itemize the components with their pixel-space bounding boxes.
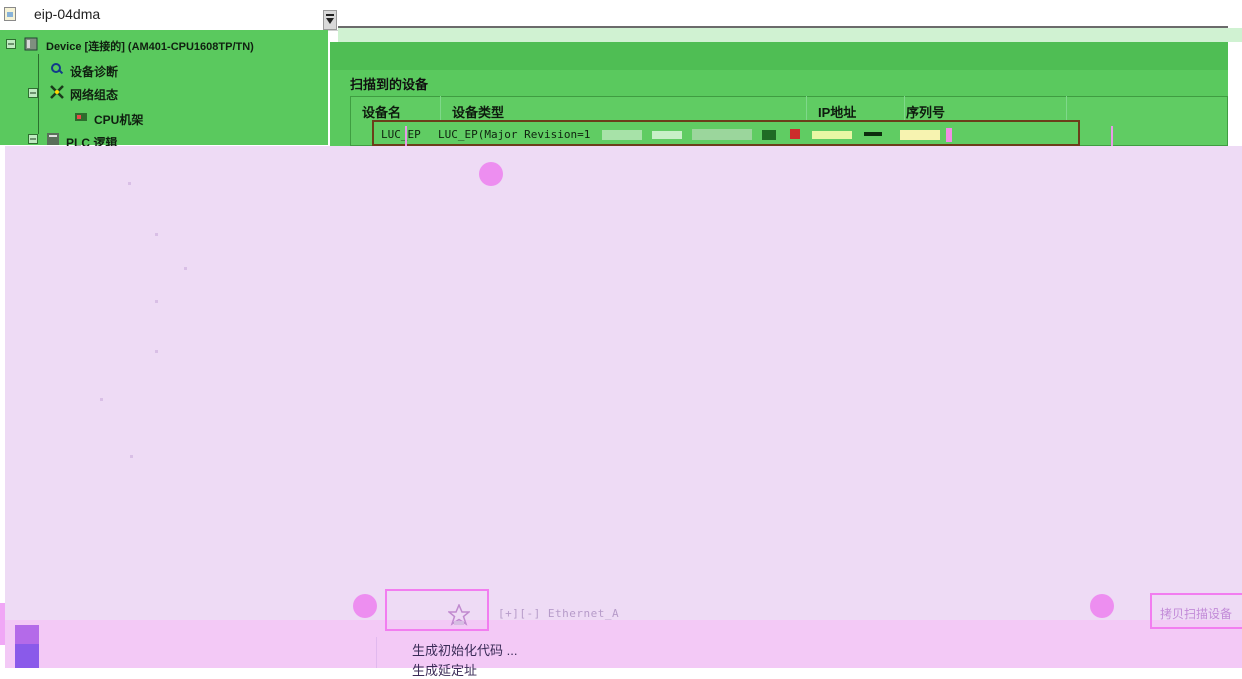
step-marker [353,594,377,618]
cpu-rack-icon [75,113,87,121]
column-divider [440,96,441,120]
artifact-dot [100,398,103,401]
collapse-icon[interactable] [28,134,38,144]
artifact-dot [155,300,158,303]
scan-title: 扫描到的设备 [350,77,429,92]
tree-item-device[interactable]: Device [连接的] (AM401-CPU1608TP/TN) [46,38,254,54]
column-header-ip[interactable]: IP地址 [818,102,856,121]
project-name: eip-04dma [34,6,101,22]
collapse-icon[interactable] [6,39,16,49]
tree-item-network-config[interactable]: 网络组态 [70,86,118,103]
chevron-down-icon [326,14,334,24]
editor-header-bar [338,28,1242,42]
overlay-panel [5,146,1242,668]
column-divider [1066,96,1067,120]
status-block [15,625,39,644]
step-marker [479,162,503,186]
network-scan-icon[interactable] [448,604,470,626]
artifact-dot [128,182,131,185]
scan-network-button[interactable] [385,589,489,631]
scan-toolbar [330,42,1228,70]
file-icon [4,7,16,21]
diagnosis-icon [51,63,64,75]
column-header-type[interactable]: 设备类型 [452,102,504,121]
dropdown-button[interactable] [323,10,337,30]
network-config-icon [50,85,64,99]
editor-tab-strip [338,8,1228,28]
tree-item-cpu-rack[interactable]: CPU机架 [94,111,143,128]
menu-divider [376,637,377,668]
collapse-icon[interactable] [28,88,38,98]
column-divider [904,96,905,120]
tree-line [38,54,39,134]
step-marker [1090,594,1114,618]
tree-item-diagnosis[interactable]: 设备诊断 [70,63,118,80]
column-divider [806,96,807,120]
artifact-dot [155,350,158,353]
menu-item-generate-delay[interactable]: 生成延定址 [412,660,477,679]
device-icon [24,37,38,51]
ethernet-label: [+][-] Ethernet_A [498,607,620,620]
project-selector[interactable]: eip-04dma [0,0,338,31]
column-header-serial[interactable]: 序列号 [906,102,945,121]
plc-logic-icon [47,133,59,145]
column-header-name[interactable]: 设备名 [362,102,401,121]
artifact-dot [155,233,158,236]
artifact-dot [130,455,133,458]
artifact-dot [184,267,187,270]
bottom-band [5,620,1242,668]
copy-button-label: 拷贝扫描设备 [1160,607,1233,621]
device-tree: Device [连接的] (AM401-CPU1608TP/TN) 设备诊断 网… [0,30,328,150]
status-block [15,644,39,668]
menu-item-generate-init-code[interactable]: 生成初始化代码 ... [412,640,517,659]
